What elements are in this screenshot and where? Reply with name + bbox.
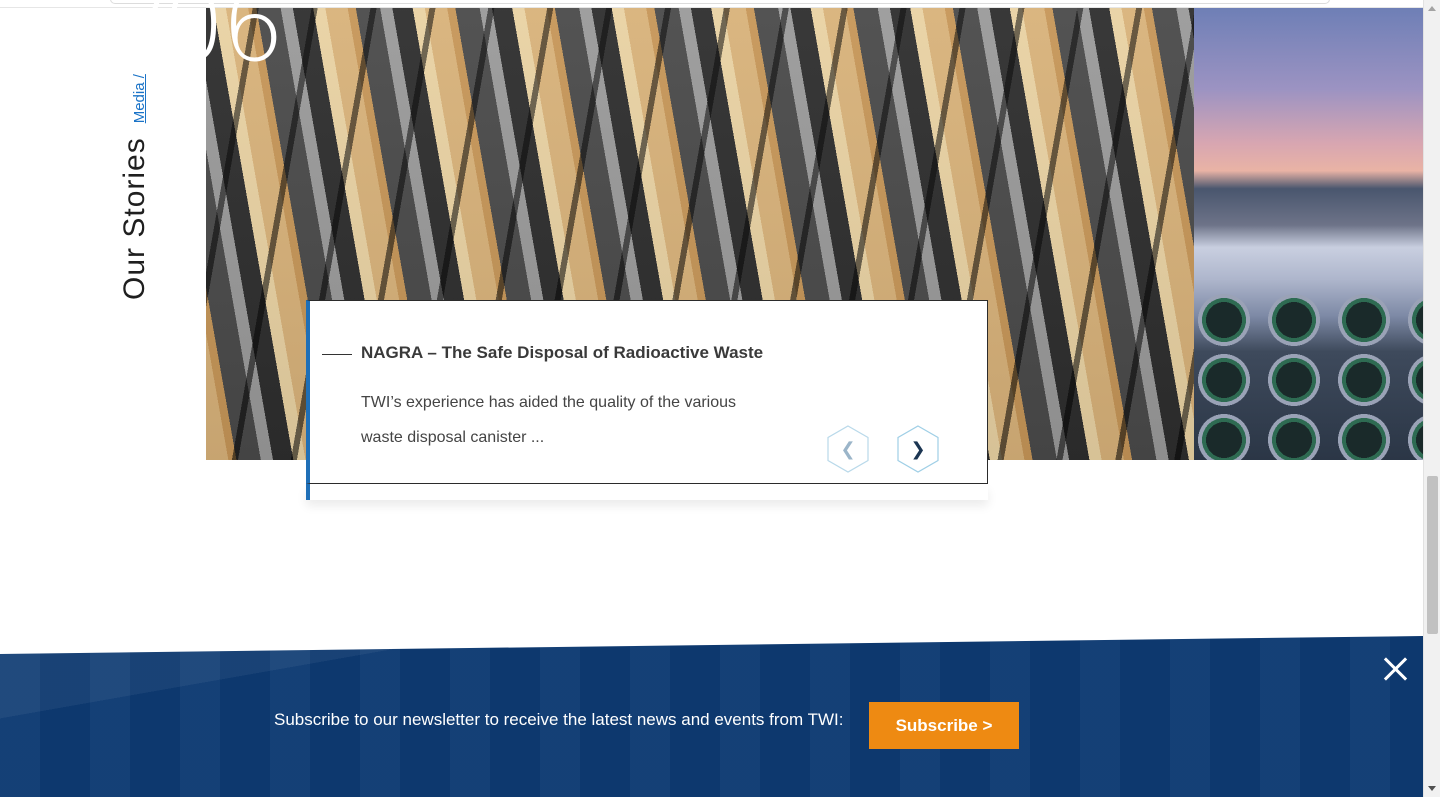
scrollbar-thumb[interactable] [1427,476,1438,634]
section-heading: Our Stories Media / [118,74,152,300]
story-excerpt: TWI’s experience has aided the quality o… [361,394,737,446]
story-title[interactable]: NAGRA – The Safe Disposal of Radioactive… [361,343,763,363]
chevron-right-icon: ❯ [910,438,926,459]
page-scrollbar[interactable] [1423,0,1440,797]
story-card: NAGRA – The Safe Disposal of Radioactive… [306,300,988,484]
title-dash [322,354,352,355]
scroll-down-icon[interactable] [1428,786,1436,791]
scroll-up-icon[interactable] [1428,6,1436,11]
pipes-image-detail [1194,290,1423,460]
section-number: /06 [132,0,285,84]
chevron-left-icon: ❮ [840,438,856,459]
close-icon[interactable] [1380,654,1410,684]
next-story-image[interactable] [1194,8,1423,460]
card-bottom-strip [306,484,988,500]
top-search-bar [110,0,1330,4]
section-title: Our Stories [118,137,151,300]
newsletter-banner: Subscribe to our newsletter to receive t… [0,636,1423,797]
subscribe-button[interactable]: Subscribe > [869,702,1019,749]
previous-story-button[interactable]: ❮ [827,425,869,473]
next-story-button[interactable]: ❯ [897,425,939,473]
newsletter-text: Subscribe to our newsletter to receive t… [274,710,844,729]
